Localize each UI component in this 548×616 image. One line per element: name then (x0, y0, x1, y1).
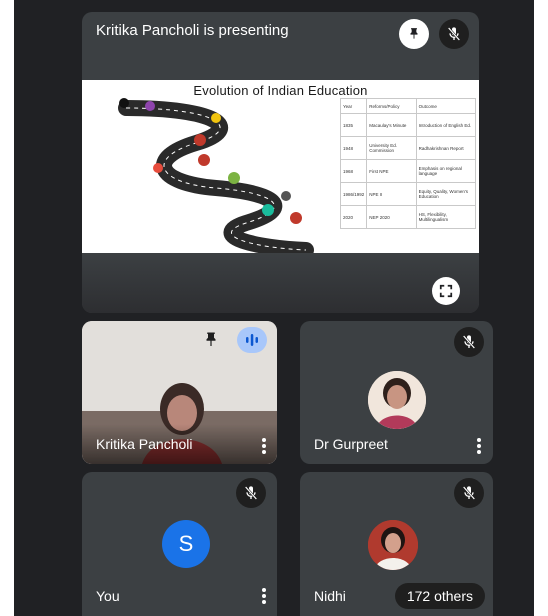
table-row: 1986/1992 NPE II Equity, Quality, Women'… (339, 182, 477, 206)
participant-name: Dr Gurpreet (314, 436, 388, 452)
avatar: S (162, 520, 210, 568)
participant-tile-gurpreet[interactable]: Dr Gurpreet (300, 321, 493, 464)
mic-off-icon (462, 486, 476, 500)
table-row: 1968 First NPE Emphasis on regional lang… (339, 159, 477, 183)
participant-tile-you[interactable]: S You (82, 472, 277, 616)
presenter-mic-off (439, 19, 469, 49)
mic-off-icon (462, 335, 476, 349)
fullscreen-button[interactable] (432, 277, 460, 305)
slide-table-header: Year Reforms/Policy Outcome (339, 98, 477, 114)
presenter-title: Kritika Pancholi is presenting (96, 22, 289, 39)
participant-tile-kritika[interactable]: Kritika Pancholi (82, 321, 277, 464)
audio-wave-icon (246, 334, 258, 346)
mic-off-indicator (454, 478, 484, 508)
table-row: 1835 Macaulay's Minute Introduction of E… (339, 113, 477, 137)
avatar (368, 520, 418, 570)
mic-off-indicator (236, 478, 266, 508)
table-row: 1948 University Ed. Commission Radhakris… (339, 136, 477, 160)
shared-slide: Evolution of Indian Education Year Refor (82, 80, 479, 255)
fullscreen-icon (439, 284, 453, 298)
slide-title: Evolution of Indian Education (193, 83, 368, 98)
more-options-button[interactable] (477, 438, 481, 454)
table-row: 2020 NEP 2020 HS, Flexibility, Multiling… (339, 205, 477, 229)
mic-off-icon (447, 27, 461, 41)
presentation-footer (82, 253, 479, 313)
more-options-button[interactable] (262, 438, 266, 454)
avatar (368, 371, 426, 429)
avatar-photo (368, 371, 426, 429)
speaking-indicator (237, 327, 267, 353)
pin-icon[interactable] (202, 331, 220, 349)
participant-tile-nidhi[interactable]: Nidhi 172 others (300, 472, 493, 616)
mic-off-indicator (454, 327, 484, 357)
participant-name: You (96, 588, 120, 604)
mic-off-icon (244, 486, 258, 500)
presentation-tile[interactable]: Kritika Pancholi is presenting Evolution… (82, 12, 479, 313)
avatar-photo (368, 520, 418, 570)
road-infographic-icon (118, 98, 314, 253)
meeting-screen: Kritika Pancholi is presenting Evolution… (14, 0, 534, 616)
others-count-button[interactable]: 172 others (394, 583, 485, 609)
pin-button[interactable] (399, 19, 429, 49)
pin-icon (410, 28, 418, 39)
participant-name: Kritika Pancholi (96, 436, 193, 452)
participant-name: Nidhi (314, 588, 346, 604)
more-options-button[interactable] (262, 588, 266, 604)
slide-table: Year Reforms/Policy Outcome 1835 Macaula… (339, 98, 477, 229)
